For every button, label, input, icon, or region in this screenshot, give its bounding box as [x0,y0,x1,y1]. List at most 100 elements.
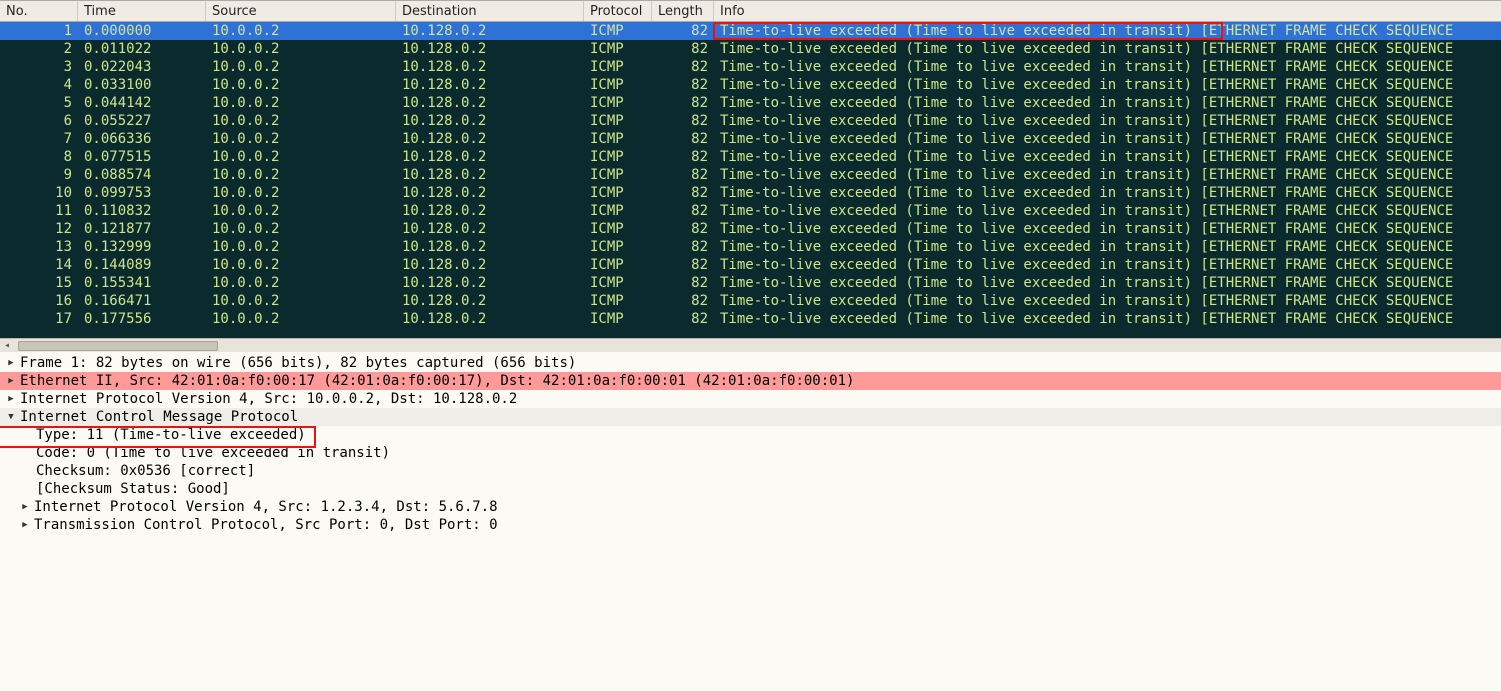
cell: 2 [0,40,78,58]
cell: ICMP [584,292,652,310]
table-row[interactable]: 100.09975310.0.0.210.128.0.2ICMP82Time-t… [0,184,1501,202]
cell: Time-to-live exceeded (Time to live exce… [714,58,1501,76]
scrollbar-thumb[interactable] [18,341,218,351]
cell: 0.055227 [78,112,206,130]
cell: 14 [0,256,78,274]
detail-icmp-text: Internet Control Message Protocol [18,408,298,426]
detail-ip[interactable]: ▶ Internet Protocol Version 4, Src: 10.0… [0,390,1501,408]
table-row[interactable]: 90.08857410.0.0.210.128.0.2ICMP82Time-to… [0,166,1501,184]
col-header-source[interactable]: Source [206,1,396,21]
cell: 13 [0,238,78,256]
col-header-time[interactable]: Time [78,1,206,21]
cell: 10.128.0.2 [396,292,584,310]
col-header-protocol[interactable]: Protocol [584,1,652,21]
cell: Time-to-live exceeded (Time to live exce… [714,148,1501,166]
detail-ip-text: Internet Protocol Version 4, Src: 10.0.0… [18,390,517,408]
col-header-no[interactable]: No. [0,1,78,21]
cell: 82 [652,112,714,130]
cell: 10.128.0.2 [396,256,584,274]
col-header-info[interactable]: Info [714,1,1501,21]
cell: 82 [652,184,714,202]
cell: 0.088574 [78,166,206,184]
cell: 0.022043 [78,58,206,76]
table-row[interactable]: 120.12187710.0.0.210.128.0.2ICMP82Time-t… [0,220,1501,238]
cell: 11 [0,202,78,220]
table-row[interactable]: 150.15534110.0.0.210.128.0.2ICMP82Time-t… [0,274,1501,292]
cell: 10.128.0.2 [396,274,584,292]
cell: 0.000000 [78,22,206,40]
cell: Time-to-live exceeded (Time to live exce… [714,292,1501,310]
cell: Time-to-live exceeded (Time to live exce… [714,310,1501,328]
horizontal-scrollbar[interactable]: ◂ [0,338,1501,352]
cell: ICMP [584,22,652,40]
expand-icon[interactable]: ▶ [4,372,18,390]
cell: 10.0.0.2 [206,76,396,94]
cell: Time-to-live exceeded (Time to live exce… [714,184,1501,202]
col-header-length[interactable]: Length [652,1,714,21]
table-row[interactable]: 170.17755610.0.0.210.128.0.2ICMP82Time-t… [0,310,1501,328]
scroll-left-arrow-icon[interactable]: ◂ [0,340,14,352]
expand-icon[interactable]: ▶ [4,354,18,372]
table-row[interactable]: 60.05522710.0.0.210.128.0.2ICMP82Time-to… [0,112,1501,130]
table-row[interactable]: 140.14408910.0.0.210.128.0.2ICMP82Time-t… [0,256,1501,274]
table-row[interactable]: 40.03310010.0.0.210.128.0.2ICMP82Time-to… [0,76,1501,94]
table-row[interactable]: 110.11083210.0.0.210.128.0.2ICMP82Time-t… [0,202,1501,220]
detail-icmp-code[interactable]: Code: 0 (Time to live exceeded in transi… [0,444,1501,462]
detail-ethernet-text: Ethernet II, Src: 42:01:0a:f0:00:17 (42:… [18,372,854,390]
detail-icmp[interactable]: ▼ Internet Control Message Protocol [0,408,1501,426]
cell: ICMP [584,256,652,274]
cell: 82 [652,148,714,166]
cell: 10.128.0.2 [396,238,584,256]
table-row[interactable]: 160.16647110.0.0.210.128.0.2ICMP82Time-t… [0,292,1501,310]
cell: 4 [0,76,78,94]
table-row[interactable]: 130.13299910.0.0.210.128.0.2ICMP82Time-t… [0,238,1501,256]
cell: 0.121877 [78,220,206,238]
cell: 82 [652,40,714,58]
detail-icmp-type[interactable]: Type: 11 (Time-to-live exceeded) [0,426,1501,444]
detail-icmp-checksum[interactable]: Checksum: 0x0536 [correct] [0,462,1501,480]
cell: ICMP [584,238,652,256]
detail-inner-ip[interactable]: ▶ Internet Protocol Version 4, Src: 1.2.… [0,498,1501,516]
packet-list-header: No. Time Source Destination Protocol Len… [0,0,1501,22]
cell: 82 [652,94,714,112]
cell: 10.128.0.2 [396,130,584,148]
expand-icon[interactable]: ▶ [18,516,32,534]
expand-icon[interactable]: ▶ [4,390,18,408]
cell: 3 [0,58,78,76]
detail-ethernet[interactable]: ▶ Ethernet II, Src: 42:01:0a:f0:00:17 (4… [0,372,1501,390]
cell: 82 [652,256,714,274]
cell: 10.0.0.2 [206,58,396,76]
table-row[interactable]: 80.07751510.0.0.210.128.0.2ICMP82Time-to… [0,148,1501,166]
table-row[interactable]: 30.02204310.0.0.210.128.0.2ICMP82Time-to… [0,58,1501,76]
cell: 15 [0,274,78,292]
cell: 10.128.0.2 [396,22,584,40]
expand-icon[interactable]: ▶ [18,498,32,516]
table-row[interactable]: 50.04414210.0.0.210.128.0.2ICMP82Time-to… [0,94,1501,112]
table-row[interactable]: 20.01102210.0.0.210.128.0.2ICMP82Time-to… [0,40,1501,58]
cell: 5 [0,94,78,112]
cell: 82 [652,220,714,238]
detail-frame-text: Frame 1: 82 bytes on wire (656 bits), 82… [18,354,576,372]
cell: 0.077515 [78,148,206,166]
cell: 0.011022 [78,40,206,58]
table-row[interactable]: 70.06633610.0.0.210.128.0.2ICMP82Time-to… [0,130,1501,148]
cell: 10.0.0.2 [206,184,396,202]
detail-frame[interactable]: ▶ Frame 1: 82 bytes on wire (656 bits), … [0,354,1501,372]
cell: 0.177556 [78,310,206,328]
cell: 10.0.0.2 [206,310,396,328]
cell: ICMP [584,166,652,184]
detail-inner-tcp[interactable]: ▶ Transmission Control Protocol, Src Por… [0,516,1501,534]
table-row[interactable]: 10.00000010.0.0.210.128.0.2ICMP82Time-to… [0,22,1501,40]
cell: 12 [0,220,78,238]
cell: 9 [0,166,78,184]
cell: ICMP [584,220,652,238]
cell: 10.0.0.2 [206,130,396,148]
cell: ICMP [584,58,652,76]
detail-icmp-checksum-status[interactable]: [Checksum Status: Good] [0,480,1501,498]
cell: 7 [0,130,78,148]
collapse-icon[interactable]: ▼ [4,408,18,426]
col-header-dest[interactable]: Destination [396,1,584,21]
cell: Time-to-live exceeded (Time to live exce… [714,256,1501,274]
cell: Time-to-live exceeded (Time to live exce… [714,238,1501,256]
packet-list-rows: 10.00000010.0.0.210.128.0.2ICMP82Time-to… [0,22,1501,338]
